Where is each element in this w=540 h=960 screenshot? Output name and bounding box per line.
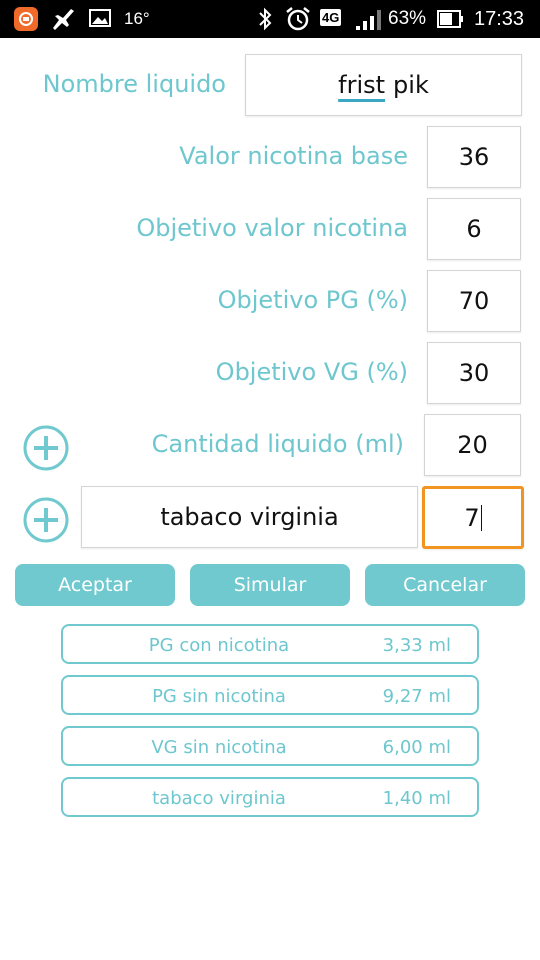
airplane-icon [49, 6, 77, 32]
text-caret [480, 504, 482, 531]
result-value: 6,00 ml [382, 737, 451, 758]
aroma-percent-input[interactable]: 7 [422, 486, 524, 549]
result-item: tabaco virginia 1,40 ml [61, 777, 479, 817]
clock: 17:33 [474, 8, 525, 30]
objetivo-vg-label: Objetivo VG (%) [215, 358, 408, 386]
objetivo-vg-input[interactable]: 30 [427, 342, 521, 404]
result-item: PG con nicotina 3,33 ml [61, 624, 479, 664]
network-type-badge: 4G [320, 9, 342, 26]
result-value: 1,40 ml [382, 788, 451, 809]
temperature-text: 16° [124, 9, 150, 28]
result-name: tabaco virginia [152, 788, 286, 809]
status-bar: 16° 4G 63% 17:33 [0, 0, 540, 38]
nombre-word-2: pik [393, 71, 429, 99]
result-name: VG sin nicotina [151, 737, 287, 758]
alarm-icon [284, 5, 312, 33]
result-value: 9,27 ml [382, 686, 451, 707]
bluetooth-icon [256, 6, 274, 32]
simular-button[interactable]: Simular [190, 564, 350, 606]
objetivo-pg-label: Objetivo PG (%) [217, 286, 408, 314]
battery-percent: 63% [388, 8, 427, 29]
aceptar-button[interactable]: Aceptar [15, 564, 175, 606]
nombre-liquido-input[interactable]: frist pik [245, 54, 522, 116]
objetivo-nicotina-label: Objetivo valor nicotina [136, 214, 408, 242]
valor-nicotina-base-label: Valor nicotina base [179, 142, 408, 170]
cancelar-button[interactable]: Cancelar [365, 564, 525, 606]
cantidad-liquido-input[interactable]: 20 [424, 414, 521, 476]
objetivo-nicotina-input[interactable]: 6 [427, 198, 521, 260]
aroma-percent-value: 7 [464, 503, 480, 532]
objetivo-pg-input[interactable]: 70 [427, 270, 521, 332]
nombre-word-1: frist [338, 71, 386, 99]
result-name: PG sin nicotina [152, 686, 286, 707]
valor-nicotina-base-input[interactable]: 36 [427, 126, 521, 188]
aroma-name-input[interactable]: tabaco virginia [81, 486, 418, 548]
signal-icon [355, 9, 381, 31]
result-name: PG con nicotina [148, 635, 290, 656]
nombre-liquido-label: Nombre liquido [42, 70, 226, 98]
result-item: VG sin nicotina 6,00 ml [61, 726, 479, 766]
image-icon [89, 9, 111, 27]
add-circle-icon[interactable] [23, 425, 69, 471]
result-item: PG sin nicotina 9,27 ml [61, 675, 479, 715]
app-notification-icon [14, 7, 38, 31]
battery-icon [437, 9, 465, 29]
result-value: 3,33 ml [382, 635, 451, 656]
cantidad-liquido-label: Cantidad liquido (ml) [151, 430, 404, 458]
add-circle-icon[interactable] [23, 497, 69, 543]
